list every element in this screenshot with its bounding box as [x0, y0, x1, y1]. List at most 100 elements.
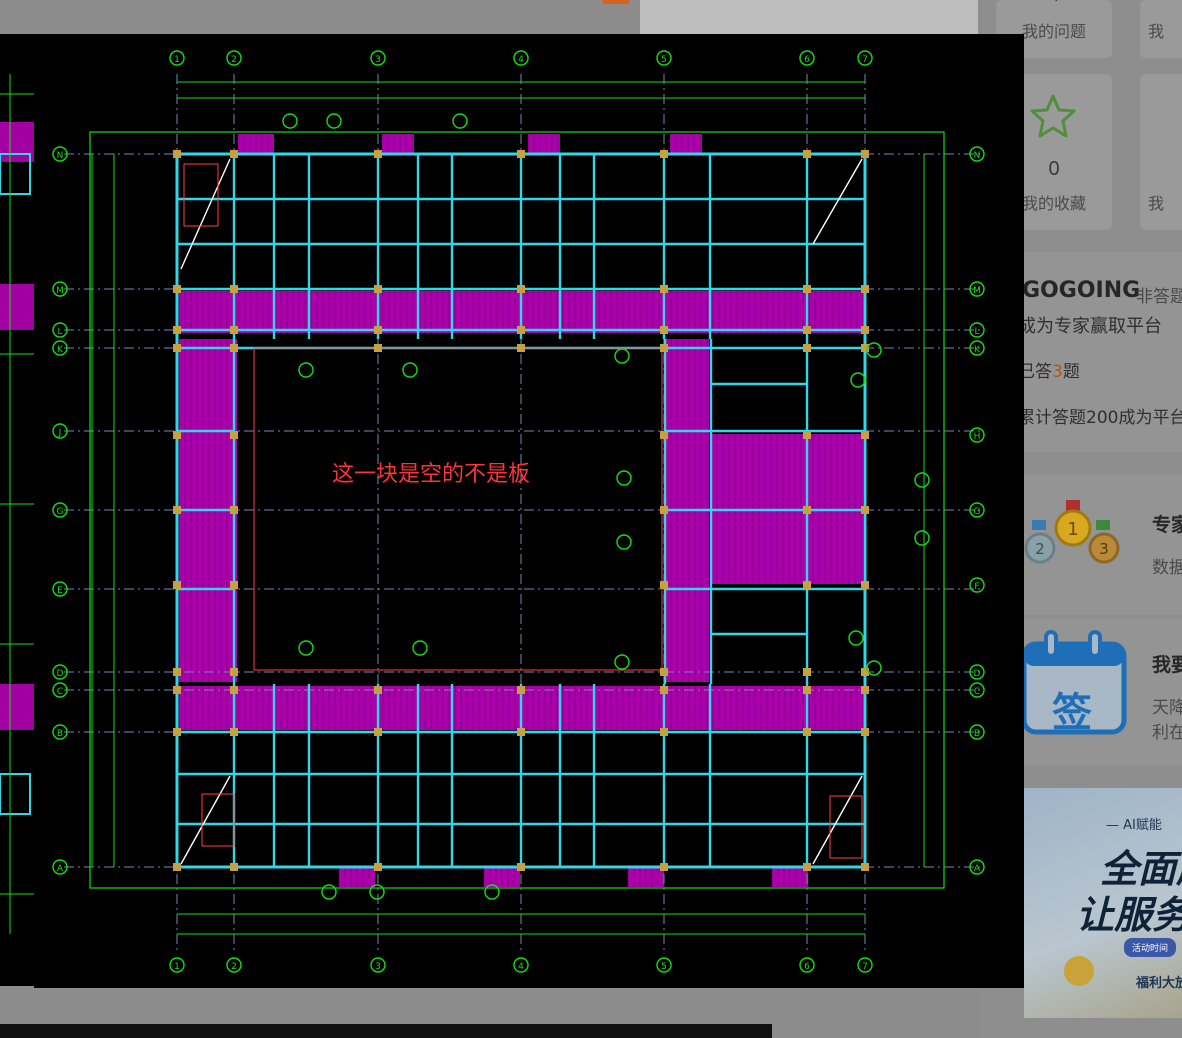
cad-drawing-window[interactable]: 11223344556677NMLKJGEDCBANMLKHGFDCBA 这一块…	[34, 34, 1024, 988]
column	[660, 581, 668, 589]
questions-label: 我的问题	[1022, 22, 1087, 41]
svg-text:3: 3	[1099, 540, 1109, 558]
column	[803, 506, 811, 514]
column	[173, 686, 181, 694]
stair-marker	[183, 163, 219, 227]
column	[230, 668, 238, 676]
column	[374, 344, 382, 352]
axis-label-bottom: 5	[661, 962, 667, 972]
column	[517, 686, 525, 694]
axis-label-left: N	[57, 151, 64, 161]
cut-label-b: 我	[1148, 194, 1165, 213]
column	[374, 285, 382, 293]
column	[517, 728, 525, 736]
column	[230, 326, 238, 334]
column	[230, 285, 238, 293]
column	[173, 506, 181, 514]
callout-circle	[614, 348, 630, 364]
column	[173, 344, 181, 352]
column	[803, 431, 811, 439]
column	[374, 686, 382, 694]
column	[660, 506, 668, 514]
column	[230, 431, 238, 439]
signin-icon-text: 签	[1052, 690, 1092, 736]
callout-circle	[866, 660, 882, 676]
axis-label-top: 5	[661, 55, 667, 65]
user-tag: 非答题	[1136, 287, 1182, 307]
column	[517, 326, 525, 334]
column	[861, 150, 869, 158]
axis-label-right: L	[974, 327, 979, 337]
column	[374, 326, 382, 334]
column	[230, 150, 238, 158]
slab-region	[670, 134, 702, 154]
svg-text:1: 1	[1067, 519, 1078, 540]
column	[173, 150, 181, 158]
column	[173, 668, 181, 676]
column	[230, 581, 238, 589]
signin-desc-1: 天降	[1152, 698, 1182, 718]
column	[517, 150, 525, 158]
axis-label-left: D	[57, 669, 64, 679]
axis-label-left: B	[57, 729, 63, 739]
floor-plan[interactable]: 11223344556677NMLKJGEDCBANMLKHGFDCBA	[34, 34, 1024, 988]
promo-pill[interactable]: 活动时间	[1124, 938, 1177, 957]
user-name[interactable]: GOGOING	[1022, 278, 1140, 303]
stair-marker	[201, 793, 235, 847]
column	[861, 686, 869, 694]
answered-count: 3	[1052, 362, 1063, 382]
axis-label-left: J	[58, 428, 62, 438]
axis-label-bottom: 2	[231, 962, 237, 972]
column	[861, 581, 869, 589]
callout-circle	[848, 630, 864, 646]
medals-icon: 1 2 3	[1024, 500, 1120, 564]
questions-count: 4	[996, 0, 1112, 7]
svg-text:2: 2	[1035, 540, 1045, 558]
axis-label-top: 2	[231, 55, 237, 65]
answered-line: 已答3题	[1018, 357, 1080, 382]
column	[660, 344, 668, 352]
axis-label-right: N	[974, 151, 981, 161]
axis-label-bottom: 1	[174, 962, 180, 972]
column	[374, 863, 382, 871]
column	[803, 668, 811, 676]
column	[660, 863, 668, 871]
axis-label-right: B	[974, 729, 980, 739]
column	[374, 150, 382, 158]
orange-tab-marker	[602, 0, 630, 4]
star-icon	[1030, 94, 1076, 138]
empty-area-outline	[253, 347, 663, 671]
column	[861, 431, 869, 439]
column	[517, 863, 525, 871]
cut-card-bottom[interactable]: 我	[1140, 74, 1182, 230]
column	[803, 728, 811, 736]
axis-label-top: 1	[174, 55, 180, 65]
axis-label-left: A	[57, 864, 64, 874]
page-header-strip	[640, 0, 978, 34]
cut-card-top[interactable]: 我	[1140, 0, 1182, 58]
axis-label-left: L	[57, 327, 62, 337]
callout-circle	[866, 342, 882, 358]
column	[803, 686, 811, 694]
stair-diagonal	[812, 775, 863, 865]
axis-label-left: M	[56, 286, 64, 296]
column	[173, 863, 181, 871]
callout-circle	[914, 472, 930, 488]
expert-title: 专家	[1152, 514, 1182, 536]
callout-circle	[298, 362, 314, 378]
axis-label-left: E	[57, 586, 63, 596]
axis-label-right: G	[974, 507, 981, 517]
column	[660, 728, 668, 736]
column	[230, 344, 238, 352]
column	[861, 506, 869, 514]
axis-label-left: C	[57, 687, 63, 697]
column	[173, 581, 181, 589]
column	[660, 326, 668, 334]
stair-diagonal	[812, 158, 863, 245]
stair-diagonal	[180, 775, 231, 865]
column	[803, 326, 811, 334]
column	[230, 728, 238, 736]
column	[803, 344, 811, 352]
axis-label-right: C	[974, 687, 980, 697]
promo-banner[interactable]: — AI赋能 全面服 让服务 活动时间 福利大放	[1024, 788, 1182, 1018]
